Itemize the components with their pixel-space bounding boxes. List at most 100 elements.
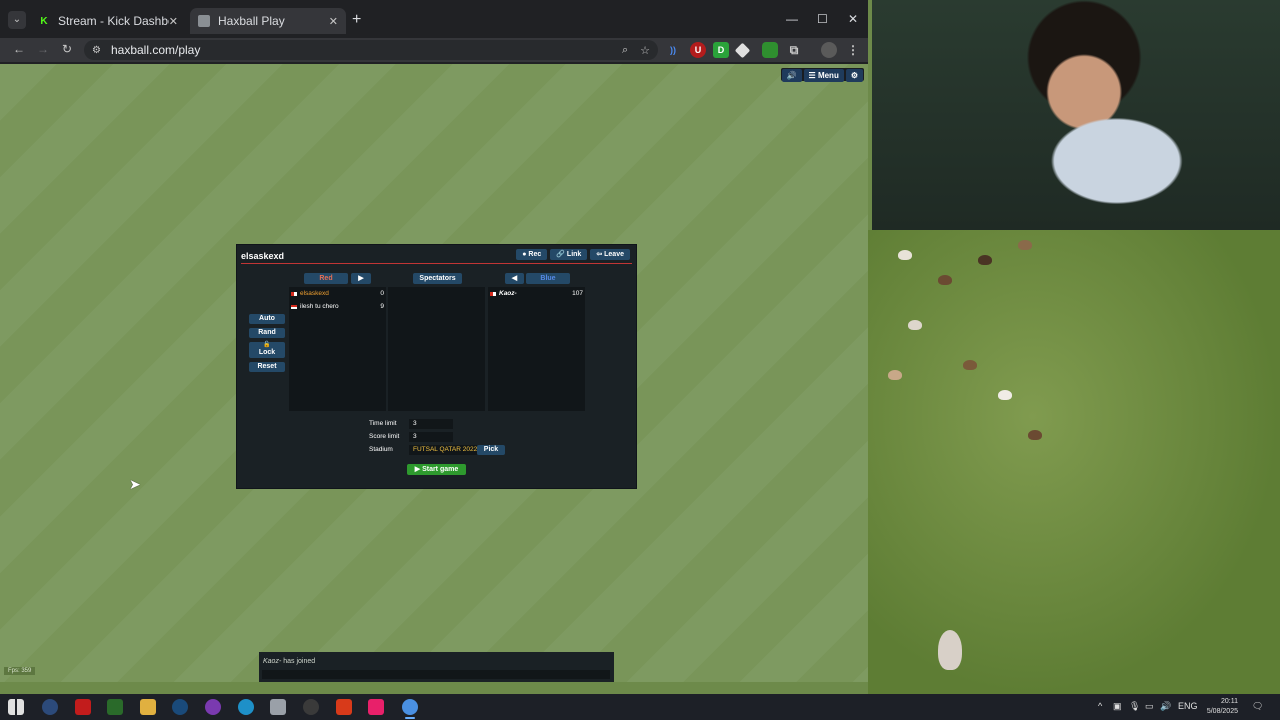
new-tab-icon[interactable]: + — [352, 12, 361, 28]
settings-gear-icon[interactable]: ⚙ — [845, 69, 863, 82]
horse-image — [1028, 430, 1042, 440]
brave-icon[interactable] — [336, 699, 352, 715]
horse-image — [888, 370, 902, 380]
move-to-red-button[interactable]: ▶ — [351, 273, 371, 284]
clock[interactable]: 20:11 5/08/2025 — [1207, 697, 1238, 717]
windows-start-icon[interactable] — [8, 699, 24, 715]
kick-logo-icon: K — [40, 15, 48, 27]
fps-counter: Fps: 359 — [4, 667, 36, 675]
rand-button[interactable]: Rand — [249, 328, 285, 338]
horse-image — [938, 630, 962, 670]
microphone-icon[interactable]: 🎙 — [1129, 701, 1140, 712]
file-explorer-icon[interactable] — [140, 699, 156, 715]
room-header-buttons: ● Rec 🔗 Link ⇦ Leave — [516, 249, 630, 260]
chat-message-name: Kaoz- — [263, 658, 282, 665]
red-team-button[interactable]: Red — [304, 273, 348, 284]
close-icon[interactable]: ✕ — [169, 15, 178, 28]
chrome-icon[interactable] — [402, 699, 418, 715]
horse-image — [978, 255, 992, 265]
notifications-icon[interactable]: 🗨 — [1252, 701, 1263, 712]
forward-icon[interactable]: → — [35, 42, 51, 56]
back-icon[interactable]: ← — [11, 42, 27, 56]
maximize-icon[interactable]: ☐ — [817, 12, 828, 26]
app-icon[interactable] — [303, 699, 319, 715]
extension-diamond-icon[interactable] — [734, 42, 751, 59]
nvidia-icon[interactable] — [107, 699, 123, 715]
time-limit-select[interactable]: 3 — [409, 419, 453, 429]
close-icon[interactable]: ✕ — [329, 15, 338, 28]
chat-input[interactable] — [262, 670, 610, 679]
taskbar: ^ ▣ 🎙 ▭ 🔊 ENG 20:11 5/08/2025 🗨 — [0, 694, 1280, 720]
reload-icon[interactable]: ↻ — [59, 42, 75, 56]
rec-button[interactable]: ● Rec — [516, 249, 548, 260]
room-title: elsaskexd — [241, 251, 285, 261]
chat-box: Kaoz- has joined — [259, 652, 614, 682]
flag-icon — [291, 304, 297, 309]
tab-title: Stream - Kick Dashboard — [58, 14, 169, 28]
extension-audio-icon[interactable]: )) — [665, 42, 681, 58]
reset-button[interactable]: Reset — [249, 362, 285, 372]
bookmark-star-icon[interactable]: ☆ — [640, 44, 650, 57]
app-icon[interactable] — [42, 699, 58, 715]
extension-d-icon[interactable]: D — [713, 42, 729, 58]
site-info-icon[interactable]: ⚙ — [92, 45, 101, 56]
haxball-logo-icon — [198, 15, 210, 27]
extension-green-icon[interactable] — [762, 42, 778, 58]
tab-title: Haxball Play — [218, 14, 285, 28]
tab-haxball-play[interactable]: Haxball Play ✕ — [190, 8, 346, 34]
leave-button[interactable]: ⇦ Leave — [590, 249, 630, 260]
horse-image — [963, 360, 977, 370]
game-top-controls-bar: 🔊 ☰ Menu ⚙ — [780, 68, 864, 82]
score-limit-label: Score limit — [369, 433, 400, 440]
player-row[interactable]: elsaskexd 0 — [289, 287, 386, 300]
edge-icon[interactable] — [238, 699, 254, 715]
steam-icon[interactable] — [172, 699, 188, 715]
window-close-icon[interactable]: ✕ — [848, 12, 858, 26]
auto-button[interactable]: Auto — [249, 314, 285, 324]
volume-icon[interactable]: 🔊 — [1160, 701, 1171, 712]
blue-team-button[interactable]: Blue — [526, 273, 570, 284]
sound-toggle-icon[interactable]: 🔊 — [781, 69, 802, 82]
tray-icon[interactable]: ▣ — [1113, 701, 1122, 712]
webcam-overlay — [872, 0, 1280, 230]
spectators-button[interactable]: Spectators — [413, 273, 462, 284]
pick-stadium-button[interactable]: Pick — [477, 445, 505, 455]
tab-kick-dashboard[interactable]: K Stream - Kick Dashboard ✕ — [30, 8, 186, 34]
link-button[interactable]: 🔗 Link — [550, 249, 588, 260]
app-icon[interactable] — [205, 699, 221, 715]
network-icon[interactable]: ▭ — [1145, 701, 1154, 712]
extension-ublock-icon[interactable]: U — [690, 42, 706, 58]
player-row[interactable]: ilesh tu chero 9 — [289, 300, 386, 313]
toolbar: ← → ↻ ⚙ haxball.com/play ⌕ ☆ )) U D ⧉ ⋮ — [0, 38, 868, 62]
url-text[interactable]: haxball.com/play — [111, 43, 610, 57]
language-indicator[interactable]: ENG — [1178, 701, 1198, 711]
menu-button[interactable]: ☰ Menu — [803, 69, 844, 82]
spectators-list[interactable] — [388, 287, 485, 411]
address-bar[interactable]: ⚙ haxball.com/play ⌕ ☆ — [84, 40, 658, 60]
room-title-divider — [241, 263, 632, 264]
zoom-icon[interactable]: ⌕ — [622, 44, 628, 57]
player-name: elsaskexd — [300, 290, 329, 297]
tray-chevron-icon[interactable]: ^ — [1098, 701, 1102, 711]
tab-search-icon[interactable]: ⌄ — [8, 11, 26, 29]
app-icon[interactable] — [270, 699, 286, 715]
lock-button[interactable]: 🔓 Lock — [249, 342, 285, 358]
profile-avatar-icon[interactable] — [821, 42, 837, 58]
app-icon[interactable] — [75, 699, 91, 715]
score-limit-select[interactable]: 3 — [409, 432, 453, 442]
stadium-name: FUTSAL QATAR 2022 ... — [409, 445, 477, 455]
start-game-button[interactable]: ▶ Start game — [407, 464, 466, 475]
mouse-cursor-icon: ➤ — [129, 476, 141, 492]
flag-icon — [291, 291, 297, 296]
kebab-menu-icon[interactable]: ⋮ — [845, 42, 861, 58]
lock-label: Lock — [258, 349, 276, 356]
extensions-puzzle-icon[interactable]: ⧉ — [786, 42, 802, 58]
move-to-blue-button[interactable]: ◀ — [505, 273, 524, 284]
blue-team-list[interactable]: Kaoz- 107 — [488, 287, 585, 411]
horse-image — [938, 275, 952, 285]
red-team-list[interactable]: elsaskexd 0 ilesh tu chero 9 — [289, 287, 386, 411]
player-row[interactable]: Kaoz- 107 — [488, 287, 585, 300]
stadium-label: Stadium — [369, 446, 393, 453]
minimize-icon[interactable]: — — [786, 12, 798, 26]
tiktok-icon[interactable] — [368, 699, 384, 715]
